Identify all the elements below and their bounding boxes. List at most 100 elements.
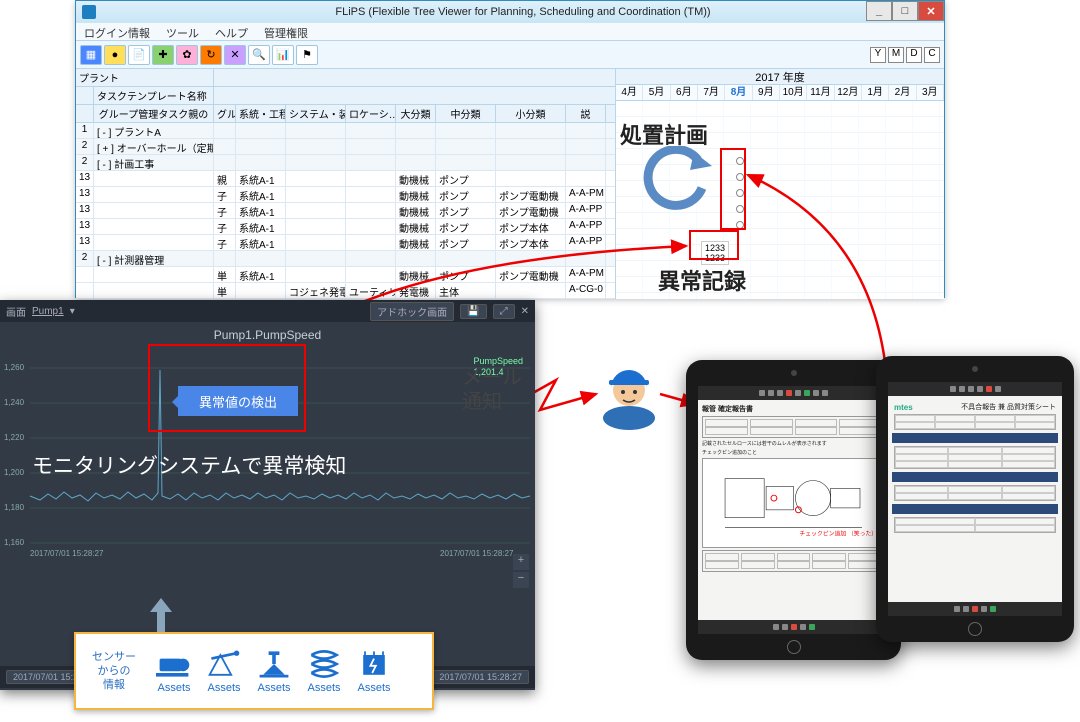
month-cell[interactable]: 10月 (780, 85, 807, 100)
highlight-plan-column (720, 148, 746, 230)
tablet-bottom-bar (888, 602, 1062, 616)
up-arrow-icon (150, 598, 172, 632)
month-cell[interactable]: 5月 (643, 85, 670, 100)
tree-pane: プラント タスクテンプレート名称 グループ管理タスク親の グル 系統・工程 シス… (76, 69, 616, 299)
menu-help[interactable]: ヘルプ (207, 23, 256, 40)
asset-coil: Assets (306, 648, 342, 694)
save-icon[interactable]: 💾 (460, 304, 486, 319)
anomaly-callout: 異常値の検出 (178, 386, 298, 416)
table-row[interactable]: 13子系統A-1動機械ポンプポンプ電動機A-A-PP (76, 203, 615, 219)
col-keito: 系統・工程 (236, 105, 286, 122)
tablet-app-bar (888, 382, 1062, 396)
adhoc-button[interactable]: アドホック画面 (370, 302, 454, 321)
col-group: グル (214, 105, 236, 122)
toolbar-btn-1[interactable]: ▦ (80, 45, 102, 65)
d-btn[interactable]: D (906, 47, 922, 63)
toolbar-btn-5[interactable]: ✿ (176, 45, 198, 65)
month-cell[interactable]: 8月 (725, 85, 752, 100)
y-btn[interactable]: Y (870, 47, 886, 63)
svg-text:1,180: 1,180 (4, 503, 25, 512)
zoom-in-icon[interactable]: + (513, 554, 529, 570)
close-button[interactable]: ✕ (918, 1, 944, 21)
toolbar-btn-10[interactable]: ⚑ (296, 45, 318, 65)
flips-toolbar: ▦ ● 📄 ✚ ✿ ↻ ✕ 🔍 📊 ⚑ Y M D C (76, 41, 944, 69)
month-cell[interactable]: 9月 (753, 85, 780, 100)
report-body-1: 記載されたセルロースには若干のムレルが表示されます (702, 440, 885, 447)
asset-transformer: Assets (356, 648, 392, 694)
company-logo: mtes (894, 403, 913, 412)
hdr-template: タスクテンプレート名称 (94, 87, 214, 104)
table-row[interactable]: 13子系統A-1動機械ポンプポンプ本体A-A-PP (76, 219, 615, 235)
toolbar-btn-3[interactable]: 📄 (128, 45, 150, 65)
sensor-label: センサー からの 情報 (86, 650, 142, 692)
svg-text:1,260: 1,260 (4, 363, 25, 372)
ymdc-toggle[interactable]: Y M D C (870, 47, 940, 63)
menu-tool[interactable]: ツール (158, 23, 207, 40)
calendar-months: 4月5月6月7月8月9月10月11月12月1月2月3月 (616, 85, 944, 101)
minimize-button[interactable]: _ (866, 1, 892, 21)
table-row[interactable]: 単コジェネ発電機ユーティリ発電機主体A-CG-0 (76, 283, 615, 299)
tablet-quality-sheet: mtes 不具合報告 兼 品質対策シート (876, 356, 1074, 642)
hdr-plant: プラント (76, 69, 214, 86)
month-cell[interactable]: 6月 (671, 85, 698, 100)
month-cell[interactable]: 7月 (698, 85, 725, 100)
table-row[interactable]: 1[ - ] プラントA (76, 123, 615, 139)
toolbar-btn-8[interactable]: 🔍 (248, 45, 270, 65)
highlight-record-cell (689, 230, 739, 260)
expand-icon[interactable]: ⤢ (493, 304, 515, 319)
table-row[interactable]: 単系統A-1動機械ポンプポンプ電動機A-A-PM (76, 267, 615, 283)
m-btn[interactable]: M (888, 47, 904, 63)
menu-login[interactable]: ログイン情報 (76, 23, 158, 40)
table-row[interactable]: 2[ + ] オーバーホール（定期修理・検査） (76, 139, 615, 155)
hdr-grouptask: グループ管理タスク親の (94, 105, 214, 122)
cycle-arrow-icon (638, 146, 718, 226)
pump-schematic: チェックピン追加 （笑った） (702, 458, 885, 548)
breadcrumb-pump1[interactable]: Pump1 (32, 306, 64, 317)
section-band-2 (892, 472, 1058, 482)
toolbar-btn-7[interactable]: ✕ (224, 45, 246, 65)
menu-admin[interactable]: 管理権限 (256, 23, 316, 40)
table-row[interactable]: 2[ - ] 計測器管理 (76, 251, 615, 267)
zoom-out-icon[interactable]: − (513, 572, 529, 588)
toolbar-btn-9[interactable]: 📊 (272, 45, 294, 65)
close-panel-icon[interactable]: ✕ (521, 306, 529, 317)
month-cell[interactable]: 12月 (835, 85, 862, 100)
month-cell[interactable]: 11月 (807, 85, 834, 100)
sheet-title: 不具合報告 兼 品質対策シート (961, 402, 1056, 412)
flips-logo-icon (82, 5, 96, 19)
toolbar-btn-4[interactable]: ✚ (152, 45, 174, 65)
section-band-3 (892, 504, 1058, 514)
col-chu: 中分類 (436, 105, 496, 122)
toolbar-btn-6[interactable]: ↻ (200, 45, 222, 65)
c-btn[interactable]: C (924, 47, 940, 63)
sensor-strip: センサー からの 情報 Assets Assets Assets Assets … (74, 632, 434, 710)
report-body-2: チェックピン追加のこと (702, 449, 885, 456)
svg-text:1,220: 1,220 (4, 433, 25, 442)
table-row[interactable]: 13子系統A-1動機械ポンプポンプ本体A-A-PP (76, 235, 615, 251)
report-title: 報管 確定報告書 (702, 404, 885, 414)
footer-ts-right: 2017/07/01 15:28:27 (432, 670, 529, 684)
col-remark: 説 (566, 105, 606, 122)
breadcrumb-screen[interactable]: 画面 (6, 304, 26, 319)
table-row[interactable]: 2[ - ] 計画工事 (76, 155, 615, 171)
monitoring-caption: モニタリングシステムで異常検知 (26, 448, 352, 634)
tablet-report: 報管 確定報告書 記載されたセルロースには若干のムレルが表示されます チェックピ… (686, 360, 901, 660)
month-cell[interactable]: 4月 (616, 85, 643, 100)
table-row[interactable]: 13子系統A-1動機械ポンプポンプ電動機A-A-PM (76, 187, 615, 203)
calendar-year: 2017 年度 (616, 69, 944, 85)
month-cell[interactable]: 2月 (889, 85, 916, 100)
table-row[interactable]: 13親系統A-1動機械ポンプ (76, 171, 615, 187)
flips-window: FLiPS (Flexible Tree Viewer for Planning… (75, 0, 945, 298)
tablet-bottom-bar (698, 620, 889, 634)
col-sho: 小分類 (496, 105, 566, 122)
maximize-button[interactable]: □ (892, 1, 918, 21)
tablet-home-button[interactable] (968, 622, 982, 636)
toolbar-btn-2[interactable]: ● (104, 45, 126, 65)
svg-text:チェックピン追加 （笑った）: チェックピン追加 （笑った） (799, 529, 877, 537)
tablet-home-button[interactable] (787, 640, 801, 654)
month-cell[interactable]: 3月 (917, 85, 944, 100)
tablet-camera-icon (972, 366, 978, 372)
svg-text:2017/07/01 15:28:27: 2017/07/01 15:28:27 (440, 549, 514, 558)
month-cell[interactable]: 1月 (862, 85, 889, 100)
monitoring-toolbar: 画面 Pump1 ▾ アドホック画面 💾 ⤢ ✕ (0, 300, 535, 322)
